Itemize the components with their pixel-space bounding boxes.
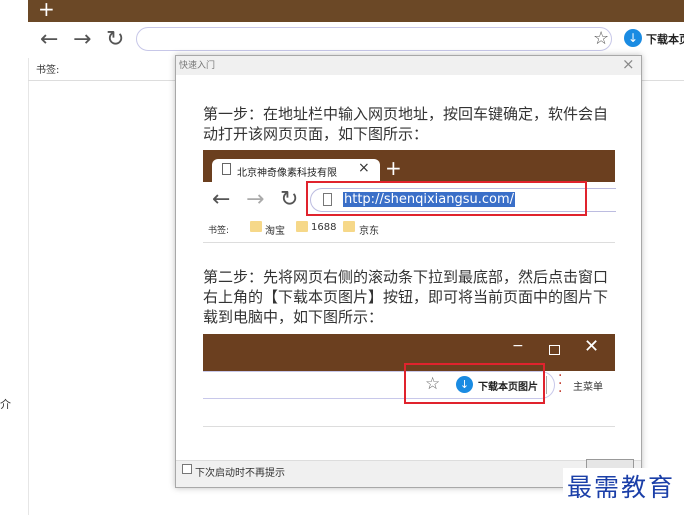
left-panel	[0, 0, 29, 515]
separator	[546, 376, 547, 394]
page-icon	[222, 163, 231, 175]
tab-bar	[28, 0, 684, 22]
dialog-title: 快速入门	[179, 61, 216, 71]
illustration-maximize-icon	[549, 345, 560, 355]
left-panel-text: 介	[0, 398, 11, 411]
folder-icon	[343, 221, 355, 232]
folder-icon	[296, 221, 308, 232]
highlight-box	[306, 181, 587, 216]
illustration-tab-close-icon: ×	[358, 160, 370, 176]
dialog-close-button[interactable]: ×	[622, 55, 635, 73]
illustration-tab-title: 北京神奇像素科技有限	[237, 168, 337, 179]
illustration-bookmark: 淘宝	[265, 226, 285, 237]
step2-text: 第二步：先将网页右侧的滚动条下拉到最底部，然后点击窗口右上角的【下载本页图片】按…	[203, 268, 609, 326]
menu-dots-icon: · · ·	[558, 368, 563, 400]
download-icon[interactable]: ↓	[624, 29, 642, 47]
highlight-box	[404, 363, 545, 404]
illustration-forward-icon: →	[246, 187, 265, 212]
dont-show-label[interactable]: 下次启动时不再提示	[195, 464, 285, 479]
folder-icon	[250, 221, 262, 232]
star-icon[interactable]: ☆	[593, 28, 609, 49]
illustration-reload-icon: ↻	[280, 187, 299, 212]
dont-show-checkbox[interactable]	[182, 464, 192, 474]
forward-button[interactable]: →	[73, 26, 91, 54]
reload-button[interactable]: ↻	[106, 26, 124, 54]
new-tab-button[interactable]: +	[38, 0, 55, 21]
step1-text: 第一步：在地址栏中输入网页地址，按回车键确定，软件会自动打开该网页页面，如下图所…	[203, 105, 609, 143]
bookmarks-label: 书签:	[36, 65, 60, 76]
watermark: 最需教育	[563, 468, 680, 504]
illustration-close-icon: ✕	[584, 336, 600, 357]
illustration-new-tab-icon: +	[385, 156, 402, 180]
back-button[interactable]: ←	[40, 26, 58, 54]
illustration-bookmarks-label: 书签:	[208, 226, 230, 236]
illustration-back-icon: ←	[212, 187, 231, 212]
address-bar[interactable]	[136, 27, 612, 51]
illustration-bookmark: 1688	[311, 222, 337, 233]
illustration-main-menu-label: 主菜单	[573, 382, 603, 393]
illustration-minimize-icon: −	[512, 338, 524, 354]
illustration-bookmark: 京东	[359, 226, 379, 237]
download-page-button[interactable]: 下载本页	[646, 31, 684, 47]
